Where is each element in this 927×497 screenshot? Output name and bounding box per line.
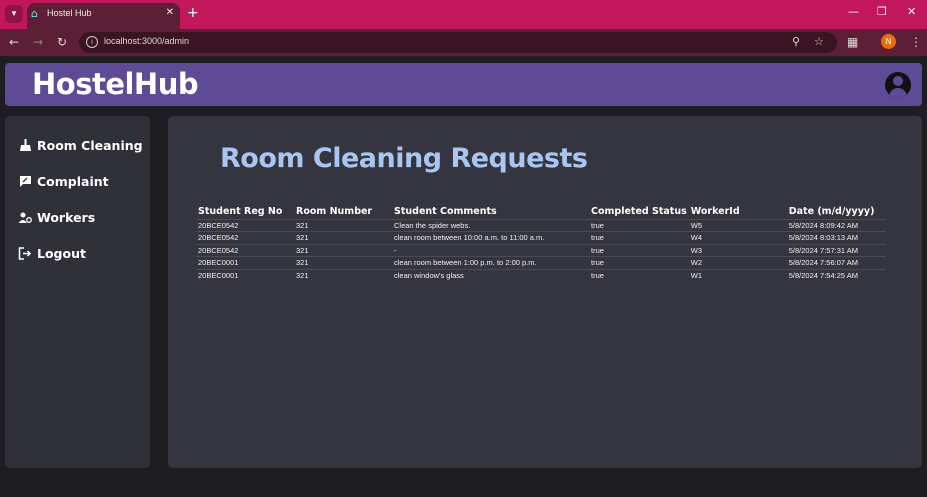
browser-tab[interactable]: ⌂ Hostel Hub ✕: [27, 3, 180, 29]
table-cell: W1: [688, 268, 787, 282]
column-header: Room Number: [296, 206, 373, 218]
logout-icon: [17, 247, 33, 263]
close-window-button[interactable]: ✕: [907, 6, 916, 18]
table-cell: 321: [294, 218, 392, 232]
table-row: 20BCE0542 321 - true W3 5/8/2024 7:57:31…: [196, 243, 886, 257]
table-cell: 5/8/2024 8:09:42 AM: [786, 218, 886, 232]
table-cell: -: [392, 243, 589, 257]
sidebar-item-complaint[interactable]: Complaint: [17, 173, 145, 193]
sidebar-item-label: Room Cleaning: [37, 138, 143, 153]
table-cell: 321: [294, 243, 392, 257]
sidebar-item-label: Workers: [37, 210, 96, 225]
column-header: Date (m/d/yyyy): [788, 206, 875, 218]
browser-tab-bar: ▾ ⌂ Hostel Hub ✕ + — ❐ ✕: [0, 0, 927, 29]
column-header: Student Reg No: [198, 206, 283, 218]
hostel-favicon-icon: ⌂: [31, 7, 38, 20]
table-cell: 5/8/2024 8:03:13 AM: [786, 231, 886, 244]
table-cell: 5/8/2024 7:57:31 AM: [786, 243, 886, 257]
table-cell: 20BCE0542: [196, 218, 294, 232]
table-row: 20BEC0001 321 clean room between 1:00 p.…: [196, 256, 886, 269]
site-info-icon[interactable]: i: [86, 36, 98, 48]
back-arrow-icon[interactable]: ←: [9, 35, 19, 49]
table-cell: 321: [294, 231, 392, 244]
table-cell: clean room between 1:00 p.m. to 2:00 p.m…: [392, 256, 589, 269]
close-tab-icon[interactable]: ✕: [166, 7, 174, 18]
sidebar-item-room-cleaning[interactable]: Room Cleaning: [17, 137, 145, 157]
minimize-button[interactable]: —: [848, 6, 859, 18]
table-row: 20BEC0001 321 clean window's glass true …: [196, 268, 886, 282]
column-header: WorkerId: [690, 206, 740, 218]
table-cell: 5/8/2024 7:54:25 AM: [786, 268, 886, 282]
main-panel: Room Cleaning Requests Student Reg No Ro…: [168, 116, 922, 468]
column-header: Completed Status: [591, 206, 687, 218]
profile-avatar[interactable]: N: [881, 34, 896, 49]
sidebar-item-label: Complaint: [37, 174, 109, 189]
table-cell: 20BEC0001: [196, 256, 294, 269]
table-cell: W5: [688, 218, 787, 232]
sidebar: Room Cleaning Complaint Workers Logout: [5, 116, 150, 468]
sidebar-item-workers[interactable]: Workers: [17, 209, 145, 229]
table-header-row: Student Reg No Room Number Student Comme…: [196, 205, 886, 219]
column-header: Student Comments: [394, 206, 497, 218]
new-tab-button[interactable]: +: [187, 5, 199, 21]
broom-icon: [17, 139, 33, 155]
table-cell: W2: [688, 256, 787, 269]
table-cell: 5/8/2024 7:56:07 AM: [786, 256, 886, 269]
table-cell: true: [589, 268, 689, 282]
table-cell: clean window's glass: [392, 268, 589, 282]
table-row: 20BCE0542 321 clean room between 10:00 a…: [196, 231, 886, 244]
reload-icon[interactable]: ↻: [57, 35, 67, 49]
forward-arrow-icon[interactable]: →: [33, 35, 43, 49]
table-cell: 321: [294, 256, 392, 269]
bookmark-star-icon[interactable]: ☆: [814, 35, 824, 48]
table-cell: W3: [688, 243, 787, 257]
sidebar-item-label: Logout: [37, 246, 86, 261]
brand-logo[interactable]: HostelHub: [32, 67, 199, 101]
url-text[interactable]: localhost:3000/admin: [104, 36, 189, 46]
table-cell: clean room between 10:00 a.m. to 11:00 a…: [392, 231, 589, 244]
tab-search-button[interactable]: ▾: [5, 5, 23, 23]
table-cell: 20BCE0542: [196, 231, 294, 244]
page-title: Room Cleaning Requests: [220, 143, 588, 174]
restore-button[interactable]: ❐: [877, 6, 887, 18]
workers-icon: [17, 211, 33, 227]
table-cell: Clean the spider webs.: [392, 218, 589, 232]
extensions-icon[interactable]: ▦: [847, 35, 858, 49]
complaint-icon: [17, 175, 33, 191]
address-bar[interactable]: i localhost:3000/admin ⚲ ☆: [79, 32, 837, 53]
table-cell: true: [589, 231, 689, 244]
table-row: 20BCE0542 321 Clean the spider webs. tru…: [196, 218, 886, 232]
app-header: HostelHub: [5, 63, 922, 106]
table-cell: true: [589, 218, 689, 232]
table-cell: 20BEC0001: [196, 268, 294, 282]
table-cell: 321: [294, 268, 392, 282]
cleaning-requests-table: Student Reg No Room Number Student Comme…: [196, 205, 886, 282]
browser-toolbar: ← → ↻ i localhost:3000/admin ⚲ ☆ ▦ N ⋮: [0, 29, 927, 56]
table-cell: W4: [688, 231, 787, 244]
zoom-icon[interactable]: ⚲: [792, 35, 800, 48]
sidebar-item-logout[interactable]: Logout: [17, 245, 145, 265]
table-cell: 20BCE0542: [196, 243, 294, 257]
user-avatar-icon[interactable]: [885, 72, 911, 98]
tab-title: Hostel Hub: [47, 8, 92, 18]
table-cell: true: [589, 243, 689, 257]
table-cell: true: [589, 256, 689, 269]
menu-kebab-icon[interactable]: ⋮: [910, 35, 922, 49]
